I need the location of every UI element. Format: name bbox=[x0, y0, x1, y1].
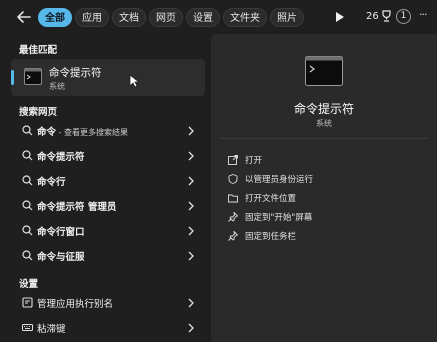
pin-icon bbox=[228, 231, 238, 241]
web-result-bold: 命令提示符 bbox=[37, 202, 85, 213]
preview-title: 命令提示符 bbox=[293, 102, 354, 116]
chevron-right-icon[interactable] bbox=[187, 226, 195, 236]
action-pin-to-taskbar[interactable]: 固定到任务栏 bbox=[228, 229, 296, 243]
tab-settings[interactable]: 设置 bbox=[186, 8, 220, 27]
command-prompt-icon bbox=[24, 68, 42, 85]
chevron-right-icon[interactable] bbox=[187, 251, 195, 261]
search-filter-bar: 全部 应用 文档 网页 设置 文件夹 照片 26 1 ··· bbox=[0, 0, 437, 34]
open-icon bbox=[228, 155, 238, 165]
tab-folders[interactable]: 文件夹 bbox=[223, 8, 267, 27]
points-value: 26 bbox=[366, 10, 379, 22]
action-label: 固定到"开始"屏幕 bbox=[245, 213, 313, 223]
action-label: 打开文件位置 bbox=[245, 194, 297, 204]
search-icon bbox=[22, 225, 33, 236]
account-badge[interactable]: 1 bbox=[396, 9, 411, 24]
section-settings: 设置 bbox=[19, 279, 39, 290]
search-icon bbox=[22, 250, 33, 261]
action-label: 固定到任务栏 bbox=[245, 232, 297, 242]
chevron-right-icon[interactable] bbox=[187, 298, 195, 308]
search-icon bbox=[22, 175, 33, 186]
section-best-match: 最佳匹配 bbox=[19, 45, 58, 56]
web-result-bold: 命令行 bbox=[37, 177, 66, 188]
web-result-item[interactable]: 命令 - 查看更多搜索结果 bbox=[11, 120, 205, 142]
web-result-item[interactable]: 命令与征服 bbox=[11, 245, 205, 267]
search-icon bbox=[22, 150, 33, 161]
search-icon bbox=[22, 125, 33, 136]
web-result-bold: 命令提示符 bbox=[37, 152, 85, 163]
settings-result-item[interactable]: 管理应用执行别名 bbox=[11, 292, 205, 314]
search-icon bbox=[22, 200, 33, 211]
action-open[interactable]: 打开 bbox=[228, 153, 262, 167]
folder-icon bbox=[228, 194, 238, 203]
shield-icon bbox=[228, 174, 238, 184]
settings-result-label: 管理应用执行别名 bbox=[37, 299, 114, 310]
chevron-right-icon[interactable] bbox=[187, 126, 195, 136]
results-list: 最佳匹配 命令提示符 系统 搜索网页 命令 - 查看更多搜索结果 命令提示符 命… bbox=[0, 34, 210, 342]
trophy-icon bbox=[382, 10, 391, 22]
action-run-as-admin[interactable]: 以管理员身份运行 bbox=[228, 172, 313, 186]
preview-pane: 命令提示符 系统 打开 以管理员身份运行 打开文件位置 固定到"开始"屏幕 固定… bbox=[211, 34, 437, 342]
web-result-hint: - 查看更多搜索结果 bbox=[56, 128, 128, 137]
web-result-item[interactable]: 命令提示符 bbox=[11, 145, 205, 167]
tab-all[interactable]: 全部 bbox=[38, 8, 72, 27]
pin-icon bbox=[228, 212, 238, 222]
selection-accent bbox=[11, 70, 14, 85]
web-result-item[interactable]: 命令行 bbox=[11, 170, 205, 192]
keyboard-icon bbox=[22, 324, 33, 331]
web-result-bold: 命令行窗口 bbox=[37, 227, 85, 238]
tab-apps[interactable]: 应用 bbox=[75, 8, 109, 27]
web-result-item[interactable]: 命令行窗口 bbox=[11, 220, 205, 242]
action-label: 以管理员身份运行 bbox=[245, 175, 314, 185]
tab-documents[interactable]: 文档 bbox=[112, 8, 146, 27]
mouse-cursor-icon bbox=[129, 74, 139, 88]
web-result-bold: 命令 bbox=[37, 252, 57, 263]
tab-web[interactable]: 网页 bbox=[149, 8, 183, 27]
chevron-right-icon[interactable] bbox=[187, 151, 195, 161]
action-open-file-location[interactable]: 打开文件位置 bbox=[228, 191, 296, 205]
action-pin-to-start[interactable]: 固定到"开始"屏幕 bbox=[228, 210, 312, 224]
web-result-bold: 命令 bbox=[37, 127, 57, 138]
more-options-icon[interactable]: ··· bbox=[419, 8, 427, 21]
web-result-plain: 管理员 bbox=[84, 202, 117, 213]
web-result-plain: 与征服 bbox=[56, 252, 85, 263]
chevron-right-icon[interactable] bbox=[187, 176, 195, 186]
divider bbox=[220, 138, 428, 139]
section-search-web: 搜索网页 bbox=[19, 107, 58, 118]
action-label: 打开 bbox=[245, 156, 263, 166]
preview-subtitle: 系统 bbox=[316, 119, 332, 128]
rewards-points[interactable]: 26 bbox=[366, 10, 392, 22]
settings-result-label: 粘滞键 bbox=[37, 324, 66, 335]
play-icon[interactable] bbox=[332, 10, 346, 24]
back-arrow-icon[interactable] bbox=[14, 7, 34, 27]
chevron-right-icon[interactable] bbox=[187, 323, 195, 333]
tab-photos[interactable]: 照片 bbox=[270, 8, 304, 27]
best-match-title: 命令提示符 bbox=[49, 67, 102, 79]
chevron-right-icon[interactable] bbox=[187, 201, 195, 211]
best-match-item[interactable]: 命令提示符 系统 bbox=[11, 59, 205, 96]
settings-result-item[interactable]: 粘滞键 bbox=[11, 317, 205, 339]
web-result-item[interactable]: 命令提示符 管理员 bbox=[11, 195, 205, 217]
app-alias-settings-icon bbox=[22, 297, 33, 308]
command-prompt-icon bbox=[305, 56, 343, 86]
best-match-subtitle: 系统 bbox=[49, 82, 65, 91]
